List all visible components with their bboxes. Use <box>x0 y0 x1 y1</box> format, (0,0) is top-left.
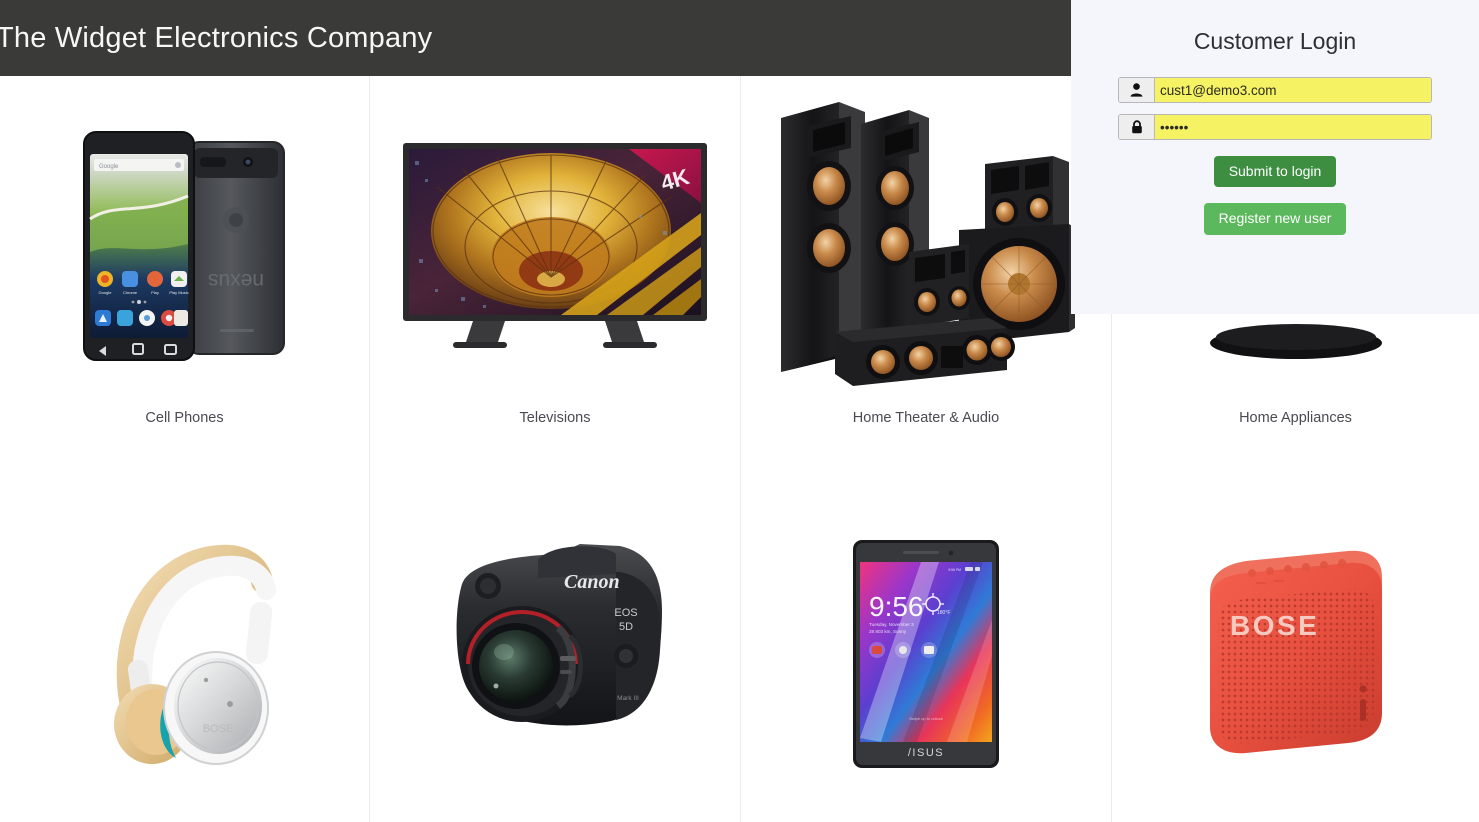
category-card-portable-speakers[interactable]: BOSE <box>1112 490 1479 822</box>
svg-text:Chrome: Chrome <box>122 290 137 295</box>
category-label-home-theater-audio: Home Theater & Audio <box>852 410 1000 426</box>
category-label-home-appliances: Home Appliances <box>1239 410 1352 426</box>
register-button-row: Register new user <box>1111 203 1439 235</box>
svg-text:5D: 5D <box>619 621 633 633</box>
category-card-cell-phones[interactable]: nexus Google Google Chrome Play Play Mus… <box>0 76 370 490</box>
category-card-home-theater-audio[interactable]: Home Theater & Audio <box>741 76 1112 490</box>
svg-text:Tuesday, November 3: Tuesday, November 3 <box>869 622 914 627</box>
nexus-6p-smartphone-icon: nexus Google Google Chrome Play Play Mus… <box>82 130 285 361</box>
register-new-user-button[interactable]: Register new user <box>1203 203 1347 235</box>
category-label-cell-phones: Cell Phones <box>145 410 224 426</box>
svg-text:Google: Google <box>98 290 112 295</box>
lock-icon <box>1119 115 1155 139</box>
login-panel-title: Customer Login <box>1193 28 1357 54</box>
svg-text:BOSE: BOSE <box>1230 610 1319 641</box>
svg-text:Play: Play <box>151 290 159 295</box>
page-root: The Widget Electronics Company nexus Goo… <box>0 0 1479 822</box>
klipsch-speaker-system-icon <box>781 102 1075 386</box>
customer-login-panel: Customer Login Submit to login <box>1071 0 1479 314</box>
user-icon <box>1119 78 1155 102</box>
category-card-headphones[interactable]: BOSE <box>0 490 370 822</box>
password-input[interactable] <box>1155 115 1431 139</box>
svg-text:180°F: 180°F <box>937 610 950 616</box>
svg-text:9:56 PM: 9:56 PM <box>948 568 961 572</box>
category-card-televisions[interactable]: 4K Televisions <box>370 76 741 490</box>
4k-uhd-television-icon: 4K <box>403 142 707 348</box>
canon-eos-5d-dslr-camera-icon: Canon EOS 5D Mark III <box>456 544 662 726</box>
svg-text:nexus: nexus <box>207 269 263 292</box>
page-title: The Widget Electronics Company <box>0 21 433 54</box>
product-thumb-nexus-6p-smartphone[interactable]: nexus Google Google Chrome Play Play Mus… <box>0 76 369 410</box>
submit-button-row: Submit to login <box>1111 156 1439 188</box>
submit-to-login-button[interactable]: Submit to login <box>1213 156 1337 188</box>
username-input[interactable] <box>1155 78 1431 102</box>
product-thumb-bose-soundlink-color-speaker[interactable]: BOSE <box>1112 490 1479 812</box>
category-label-televisions: Televisions <box>519 410 591 426</box>
product-thumb-klipsch-speaker-system[interactable] <box>741 76 1111 410</box>
svg-text:EOS: EOS <box>614 607 637 619</box>
svg-text:Swipe up to unlock: Swipe up to unlock <box>909 716 943 721</box>
svg-text:Google: Google <box>99 164 119 170</box>
product-thumb-canon-eos-5d-dslr-camera[interactable]: Canon EOS 5D Mark III <box>370 490 740 812</box>
category-card-tablets[interactable]: 9:56 PM 9:56 180°F Tuesday, November 3 2… <box>741 490 1112 822</box>
svg-text:Play Music: Play Music <box>169 290 188 295</box>
product-thumb-asus-zenpad-tablet[interactable]: 9:56 PM 9:56 180°F Tuesday, November 3 2… <box>741 490 1111 812</box>
password-input-group[interactable] <box>1118 114 1432 140</box>
asus-zenpad-tablet-icon: 9:56 PM 9:56 180°F Tuesday, November 3 2… <box>853 540 999 768</box>
bose-quietcomfort-headphones-icon: BOSE <box>113 544 276 765</box>
svg-text:9:56: 9:56 <box>869 591 924 622</box>
product-thumb-4k-uhd-television[interactable]: 4K <box>370 76 740 410</box>
bose-soundlink-color-speaker-icon: BOSE <box>1209 550 1382 754</box>
svg-text:/ISUS: /ISUS <box>908 747 944 759</box>
svg-text:Mark III: Mark III <box>617 695 639 702</box>
svg-text:BOSE: BOSE <box>202 723 233 735</box>
svg-text:Canon: Canon <box>564 571 620 593</box>
username-input-group[interactable] <box>1118 77 1432 103</box>
svg-text:28 803 km, Sunny: 28 803 km, Sunny <box>869 629 907 634</box>
category-card-cameras[interactable]: Canon EOS 5D Mark III <box>370 490 741 822</box>
product-thumb-bose-quietcomfort-headphones[interactable]: BOSE <box>0 490 369 812</box>
